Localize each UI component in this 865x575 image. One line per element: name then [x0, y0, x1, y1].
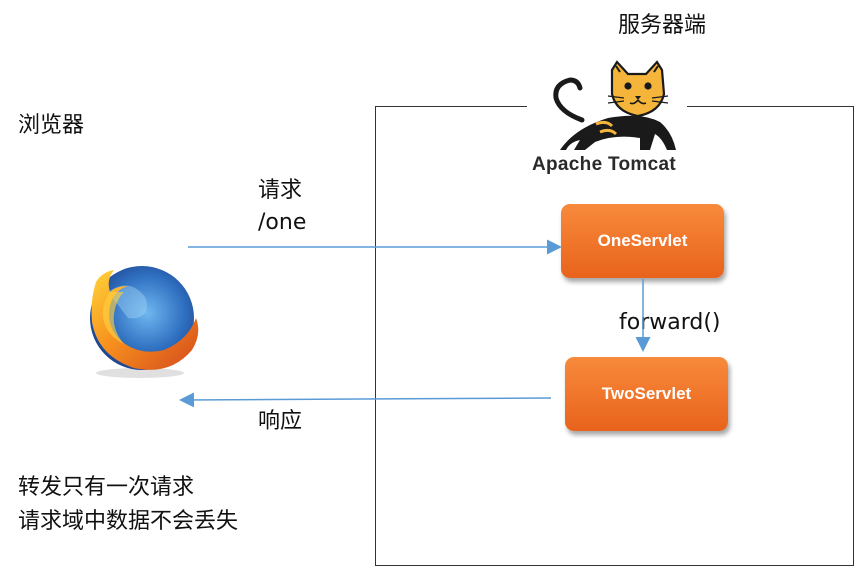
firefox-logo-icon: [90, 266, 199, 378]
